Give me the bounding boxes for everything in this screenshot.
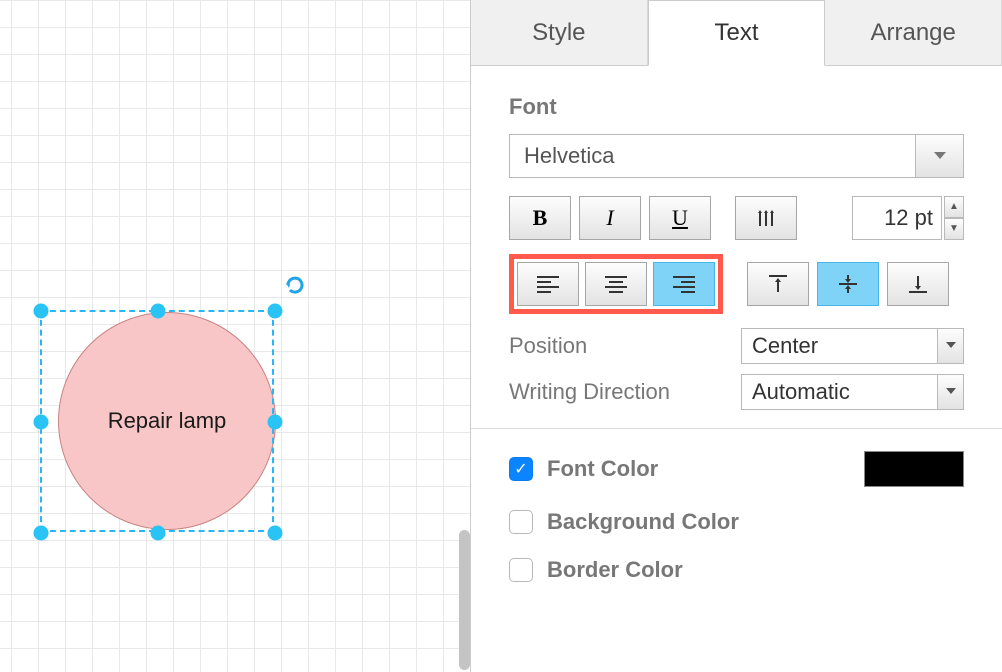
align-center-button[interactable] (585, 262, 647, 306)
font-size-input[interactable] (852, 196, 942, 240)
writing-direction-value: Automatic (752, 379, 850, 405)
divider (471, 428, 1002, 429)
font-section-label: Font (509, 94, 964, 120)
border-color-label: Border Color (547, 557, 964, 583)
position-select[interactable]: Center (741, 328, 964, 364)
handle-w[interactable] (34, 415, 49, 430)
alignment-row (509, 254, 964, 314)
chevron-down-icon (937, 375, 963, 409)
border-color-checkbox[interactable] (509, 558, 533, 582)
bold-button[interactable]: B (509, 196, 571, 240)
text-style-row: B I U ▲ ▼ (509, 196, 964, 240)
tab-arrange[interactable]: Arrange (825, 0, 1002, 65)
scrollbar[interactable] (459, 530, 470, 670)
font-family-select[interactable]: Helvetica (509, 134, 916, 178)
valign-top-button[interactable] (747, 262, 809, 306)
position-row: Position Center (509, 328, 964, 364)
format-panel: Style Text Arrange Font Helvetica B I U (470, 0, 1002, 672)
font-size-up[interactable]: ▲ (944, 196, 964, 218)
handle-n[interactable] (151, 304, 166, 319)
align-left-button[interactable] (517, 262, 579, 306)
horizontal-align-group (509, 254, 723, 314)
handle-s[interactable] (151, 526, 166, 541)
underline-button[interactable]: U (649, 196, 711, 240)
panel-body: Font Helvetica B I U ▲ ▼ (471, 66, 1002, 605)
position-label: Position (509, 333, 729, 359)
background-color-label: Background Color (547, 509, 964, 535)
tabs: Style Text Arrange (471, 0, 1002, 66)
italic-button[interactable]: I (579, 196, 641, 240)
border-color-row: Border Color (509, 557, 964, 583)
font-color-swatch[interactable] (864, 451, 964, 487)
handle-se[interactable] (268, 526, 283, 541)
font-family-dropdown-arrow[interactable] (916, 134, 964, 178)
background-color-row: Background Color (509, 509, 964, 535)
writing-direction-row: Writing Direction Automatic (509, 374, 964, 410)
position-value: Center (752, 333, 818, 359)
style-group: B I U (509, 196, 711, 240)
align-right-button[interactable] (653, 262, 715, 306)
handle-ne[interactable] (268, 304, 283, 319)
tab-style[interactable]: Style (471, 0, 648, 65)
handle-nw[interactable] (34, 304, 49, 319)
font-family-value: Helvetica (524, 143, 614, 169)
font-family-row: Helvetica (509, 134, 964, 178)
writing-direction-label: Writing Direction (509, 379, 729, 405)
valign-middle-button[interactable] (817, 262, 879, 306)
chevron-down-icon (937, 329, 963, 363)
background-color-checkbox[interactable] (509, 510, 533, 534)
rotate-handle[interactable] (283, 273, 309, 299)
handle-sw[interactable] (34, 526, 49, 541)
handle-e[interactable] (268, 415, 283, 430)
font-size-down[interactable]: ▼ (944, 218, 964, 240)
writing-direction-select[interactable]: Automatic (741, 374, 964, 410)
canvas[interactable]: Repair lamp (0, 0, 470, 672)
valign-bottom-button[interactable] (887, 262, 949, 306)
font-size-stepper: ▲ ▼ (944, 196, 964, 240)
vertical-text-button[interactable] (735, 196, 797, 240)
tab-text[interactable]: Text (648, 0, 826, 66)
font-color-row: ✓ Font Color (509, 451, 964, 487)
font-color-label: Font Color (547, 456, 850, 482)
font-color-checkbox[interactable]: ✓ (509, 457, 533, 481)
selection-box (40, 310, 274, 532)
vertical-align-group (747, 262, 949, 306)
